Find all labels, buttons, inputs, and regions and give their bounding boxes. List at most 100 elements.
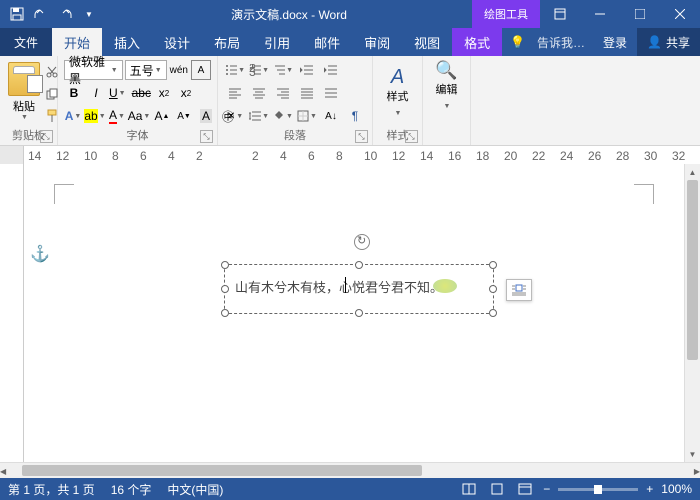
vertical-scrollbar[interactable]: ▲ ▼: [684, 164, 700, 462]
login-link[interactable]: 登录: [593, 34, 637, 51]
tab-references[interactable]: 引用: [252, 28, 302, 56]
character-shading-button[interactable]: A: [196, 106, 216, 126]
scroll-left-button[interactable]: ◀: [0, 463, 6, 479]
styles-button[interactable]: A 样式 ▼: [387, 60, 409, 118]
superscript-button[interactable]: x2: [176, 83, 196, 103]
styles-launcher[interactable]: ⤡: [405, 130, 418, 143]
align-right-button[interactable]: [272, 83, 294, 103]
file-tab[interactable]: 文件: [0, 28, 52, 56]
qat-customize[interactable]: ▼: [78, 3, 100, 25]
ruler-tick: 6: [140, 149, 147, 163]
resize-handle-bl[interactable]: [221, 309, 229, 317]
underline-button[interactable]: U▼: [108, 83, 129, 103]
ruler-tick: 22: [532, 149, 545, 163]
font-color-button[interactable]: A▼: [108, 106, 128, 126]
scroll-up-button[interactable]: ▲: [685, 164, 700, 180]
rotate-handle[interactable]: [354, 234, 370, 250]
character-border-button[interactable]: A: [191, 60, 211, 80]
zoom-in-button[interactable]: +: [646, 482, 653, 496]
italic-button[interactable]: I: [86, 83, 106, 103]
horizontal-scrollbar[interactable]: ◀ ▶: [0, 462, 700, 478]
save-button[interactable]: [6, 3, 28, 25]
align-center-button[interactable]: [248, 83, 270, 103]
tab-view[interactable]: 视图: [402, 28, 452, 56]
web-layout-button[interactable]: [515, 481, 535, 497]
scroll-right-button[interactable]: ▶: [694, 463, 700, 479]
word-count[interactable]: 16 个字: [111, 481, 152, 498]
bold-button[interactable]: B: [64, 83, 84, 103]
justify-button[interactable]: [296, 83, 318, 103]
decrease-indent-button[interactable]: [296, 60, 318, 80]
tab-mailings[interactable]: 邮件: [302, 28, 352, 56]
ruler-tick: 28: [616, 149, 629, 163]
editing-button[interactable]: 🔍 编辑 ▼: [429, 60, 464, 111]
print-layout-button[interactable]: [487, 481, 507, 497]
tab-insert[interactable]: 插入: [102, 28, 152, 56]
paste-button[interactable]: 粘贴 ▼: [6, 60, 42, 126]
font-launcher[interactable]: ⤡: [200, 130, 213, 143]
resize-handle-mb[interactable]: [355, 309, 363, 317]
numbering-button[interactable]: 123▼: [248, 60, 270, 80]
read-mode-button[interactable]: [459, 481, 479, 497]
scroll-down-button[interactable]: ▼: [685, 446, 700, 462]
ruler-tick: 32: [672, 149, 685, 163]
tab-format[interactable]: 格式: [452, 28, 502, 56]
ruler-tick: 24: [560, 149, 573, 163]
ruler-tick: 2: [196, 149, 203, 163]
align-left-button[interactable]: [224, 83, 246, 103]
increase-indent-button[interactable]: [320, 60, 342, 80]
ribbon-options-button[interactable]: [540, 0, 580, 28]
find-icon: 🔍: [429, 60, 464, 81]
zoom-out-button[interactable]: −: [543, 482, 550, 496]
line-spacing-button[interactable]: ▼: [248, 106, 270, 126]
layout-options-button[interactable]: [506, 279, 532, 301]
scroll-thumb-v[interactable]: [687, 180, 698, 360]
zoom-level[interactable]: 100%: [661, 482, 692, 496]
document-page[interactable]: ⚓ 山有木兮木有枝，心悦君兮君不知。: [24, 164, 684, 462]
multilevel-list-button[interactable]: ▼: [272, 60, 294, 80]
maximize-button[interactable]: [620, 0, 660, 28]
highlight-button[interactable]: ab▼: [86, 106, 106, 126]
ruler-tick: 6: [308, 149, 315, 163]
tab-layout[interactable]: 布局: [202, 28, 252, 56]
clipboard-launcher[interactable]: ⤡: [40, 130, 53, 143]
change-case-button[interactable]: Aa▼: [130, 106, 150, 126]
share-icon: 👤: [647, 35, 662, 49]
show-marks-button[interactable]: ¶: [344, 106, 366, 126]
text-box[interactable]: 山有木兮木有枝，心悦君兮君不知。: [224, 264, 494, 314]
text-effects-button[interactable]: A▼: [64, 106, 84, 126]
tell-me-search[interactable]: 告诉我…: [529, 34, 593, 51]
shading-button[interactable]: ▼: [272, 106, 294, 126]
margin-corner-tr: [634, 184, 654, 204]
font-size-select[interactable]: 五号▼: [125, 60, 167, 80]
grow-font-button[interactable]: A▲: [152, 106, 172, 126]
scroll-thumb-h[interactable]: [22, 465, 422, 476]
undo-button[interactable]: [30, 3, 52, 25]
share-button[interactable]: 👤共享: [637, 28, 700, 56]
sort-button[interactable]: A↓: [320, 106, 342, 126]
vertical-ruler[interactable]: [0, 164, 24, 462]
tab-review[interactable]: 审阅: [352, 28, 402, 56]
distributed-button[interactable]: [320, 83, 342, 103]
paragraph-launcher[interactable]: ⤡: [355, 130, 368, 143]
borders-button[interactable]: ▼: [296, 106, 318, 126]
minimize-button[interactable]: [580, 0, 620, 28]
ruler-tick: 4: [168, 149, 175, 163]
close-button[interactable]: [660, 0, 700, 28]
language-status[interactable]: 中文(中国): [167, 481, 223, 498]
shrink-font-button[interactable]: A▼: [174, 106, 194, 126]
ruler-tick: 30: [644, 149, 657, 163]
zoom-slider[interactable]: [558, 488, 638, 491]
asian-layout-button[interactable]: ✕▼: [224, 106, 246, 126]
ruler-tick: 4: [280, 149, 287, 163]
tab-design[interactable]: 设计: [152, 28, 202, 56]
resize-handle-br[interactable]: [489, 309, 497, 317]
subscript-button[interactable]: x2: [154, 83, 174, 103]
font-family-select[interactable]: 微软雅黑▼: [64, 60, 123, 80]
strikethrough-button[interactable]: abc: [131, 83, 152, 103]
phonetic-guide-button[interactable]: wén: [169, 60, 189, 80]
redo-button[interactable]: [54, 3, 76, 25]
tab-home[interactable]: 开始: [52, 28, 102, 56]
bullets-button[interactable]: ▼: [224, 60, 246, 80]
page-status[interactable]: 第 1 页，共 1 页: [8, 481, 95, 498]
